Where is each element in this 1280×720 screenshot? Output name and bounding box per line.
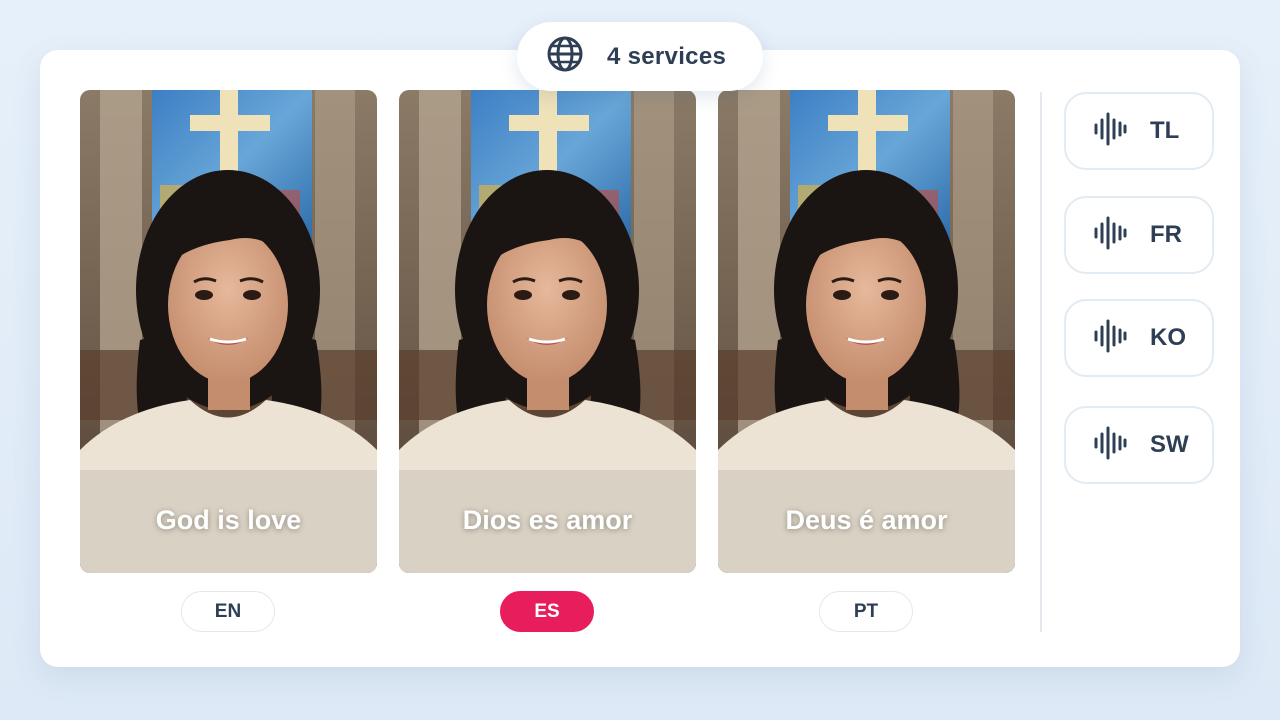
language-button-pt[interactable]: PT	[819, 591, 913, 632]
subtitle-caption: Dios es amor	[462, 505, 633, 535]
voice-label: TL	[1150, 117, 1180, 144]
voice-button-sw[interactable]: SW	[1064, 406, 1214, 484]
speaker-video-thumbnail	[399, 90, 696, 573]
audio-wave-icon	[1092, 215, 1128, 256]
audio-wave-icon	[1092, 111, 1128, 152]
video-tile-es[interactable]: Dios es amor	[399, 90, 696, 573]
voice-label: KO	[1150, 324, 1186, 351]
video-tile-en[interactable]: God is love	[80, 90, 377, 573]
services-count: 4 services	[607, 42, 727, 70]
subtitle-caption: God is love	[155, 505, 302, 535]
video-tile-pt[interactable]: Deus é amor	[718, 90, 1015, 573]
speaker-video-thumbnail	[718, 90, 1015, 573]
services-badge: 4 services	[517, 22, 763, 91]
globe-icon	[545, 34, 585, 79]
speaker-video-thumbnail	[80, 90, 377, 573]
audio-wave-icon	[1092, 425, 1128, 466]
language-button-en[interactable]: EN	[181, 591, 275, 632]
voice-label: FR	[1150, 221, 1182, 248]
audio-wave-icon	[1092, 318, 1128, 359]
voice-button-fr[interactable]: FR	[1064, 196, 1214, 274]
subtitle-caption: Deus é amor	[785, 505, 948, 535]
voice-label: SW	[1150, 431, 1189, 458]
language-button-es[interactable]: ES	[500, 591, 594, 632]
voice-button-ko[interactable]: KO	[1064, 299, 1214, 377]
divider	[1040, 92, 1042, 632]
voice-button-tl[interactable]: TL	[1064, 92, 1214, 170]
